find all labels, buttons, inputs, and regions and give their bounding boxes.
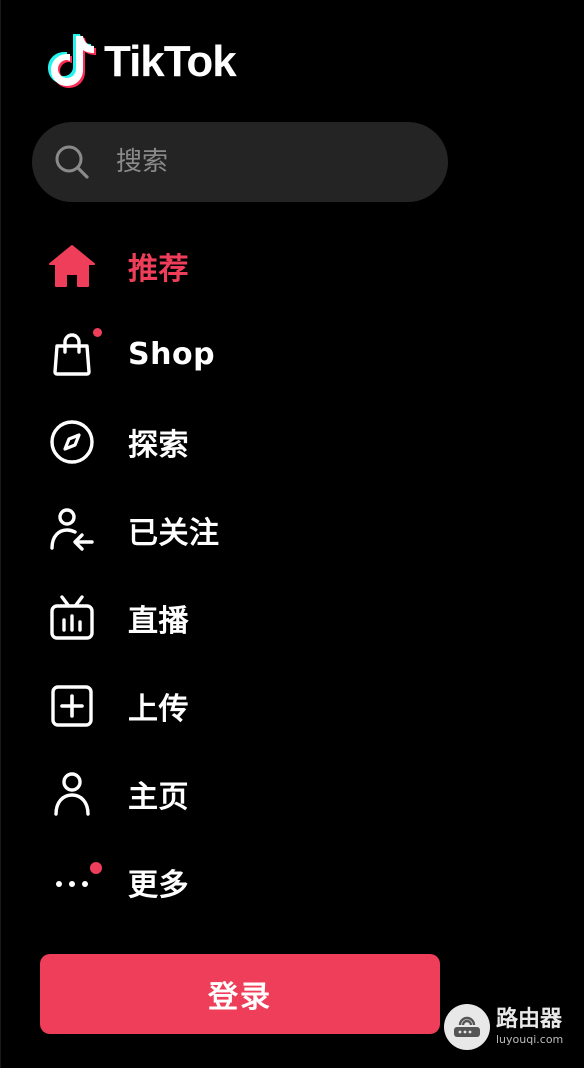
sidebar-item-label: 上传 — [128, 692, 189, 727]
profile-icon — [48, 770, 96, 818]
shop-notification-dot — [93, 328, 102, 337]
home-icon — [48, 242, 96, 290]
tiktok-logo[interactable]: TikTok — [48, 32, 237, 92]
sidebar-item-shop[interactable]: Shop — [0, 310, 584, 398]
login-button[interactable]: 登录 — [40, 954, 440, 1034]
sidebar-item-label: 更多 — [128, 868, 189, 903]
watermark-subtitle: luyouqi.com — [496, 1033, 564, 1046]
sidebar-item-label: 直播 — [128, 604, 189, 639]
sidebar-item-explore[interactable]: 探索 — [0, 398, 584, 486]
watermark-title: 路由器 — [496, 1007, 563, 1032]
sidebar-nav: 推荐 Shop 探索 已关注 直播 上传 主页 更多 — [0, 222, 584, 926]
sidebar-item-more[interactable]: 更多 — [0, 838, 584, 926]
sidebar-item-for-you[interactable]: 推荐 — [0, 222, 584, 310]
compass-icon — [48, 418, 96, 466]
sidebar-item-following[interactable]: 已关注 — [0, 486, 584, 574]
router-icon — [444, 1004, 490, 1050]
watermark: 路由器 luyouqi.com — [444, 1004, 563, 1050]
upload-plus-icon — [48, 682, 96, 730]
sidebar-item-label: 已关注 — [128, 516, 220, 551]
sidebar: TikTok 推荐 Shop — [0, 0, 584, 1068]
sidebar-item-label: 探索 — [128, 428, 189, 463]
logo-wordmark: TikTok — [104, 37, 237, 86]
sidebar-item-live[interactable]: 直播 — [0, 574, 584, 662]
sidebar-item-upload[interactable]: 上传 — [0, 662, 584, 750]
more-notification-dot — [90, 862, 102, 874]
sidebar-item-label: 推荐 — [128, 252, 189, 287]
search-bar[interactable] — [32, 122, 448, 202]
live-tv-icon — [48, 594, 96, 642]
more-dots-icon — [48, 858, 102, 906]
search-icon — [55, 145, 89, 179]
tiktok-note-icon — [48, 34, 96, 88]
search-input[interactable] — [114, 146, 418, 178]
sidebar-item-profile[interactable]: 主页 — [0, 750, 584, 838]
sidebar-item-label: Shop — [128, 336, 216, 372]
following-user-icon — [48, 506, 96, 554]
sidebar-item-label: 主页 — [128, 780, 189, 815]
shopping-bag-icon — [48, 328, 102, 378]
